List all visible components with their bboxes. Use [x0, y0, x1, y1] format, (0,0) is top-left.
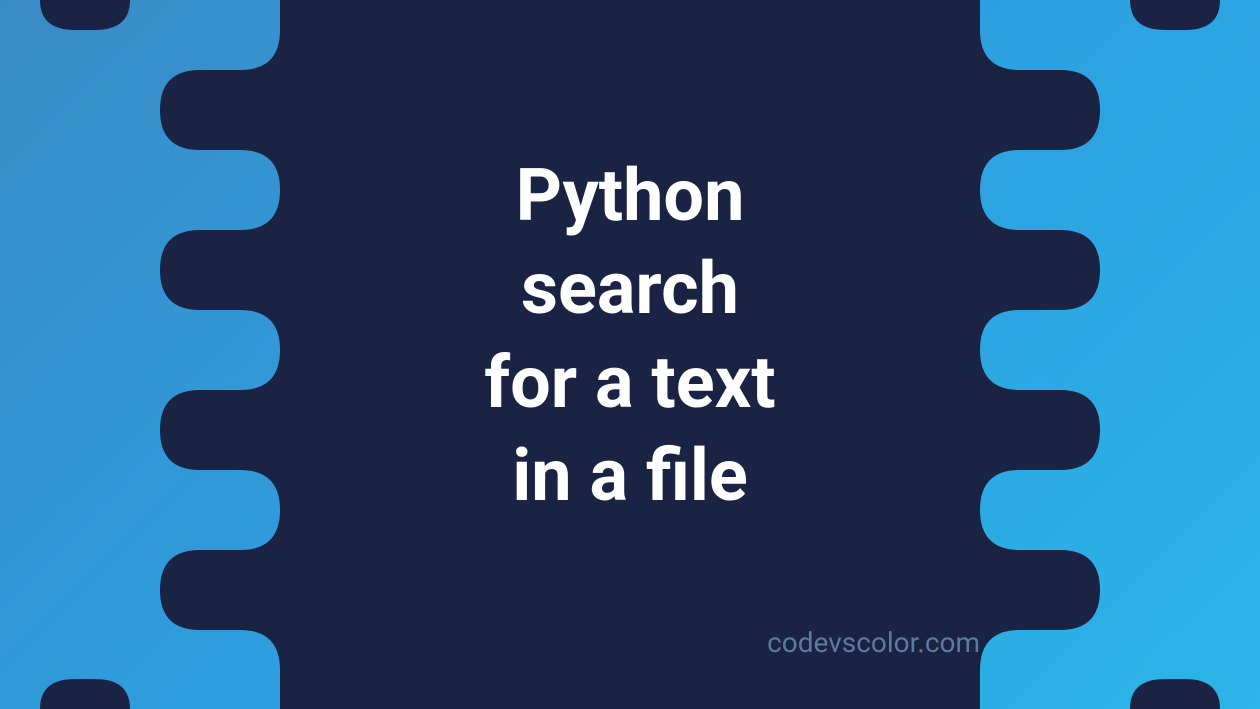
graphic-container: Python search for a text in a file codev… — [0, 0, 1260, 709]
title-text: Python search for a text in a file — [0, 149, 1260, 523]
title-line-4: in a file — [512, 433, 748, 518]
title-line-3: for a text — [484, 340, 775, 425]
watermark-text: codevscolor.com — [767, 626, 980, 659]
title-line-2: search — [521, 246, 739, 331]
title-line-1: Python — [516, 153, 745, 238]
